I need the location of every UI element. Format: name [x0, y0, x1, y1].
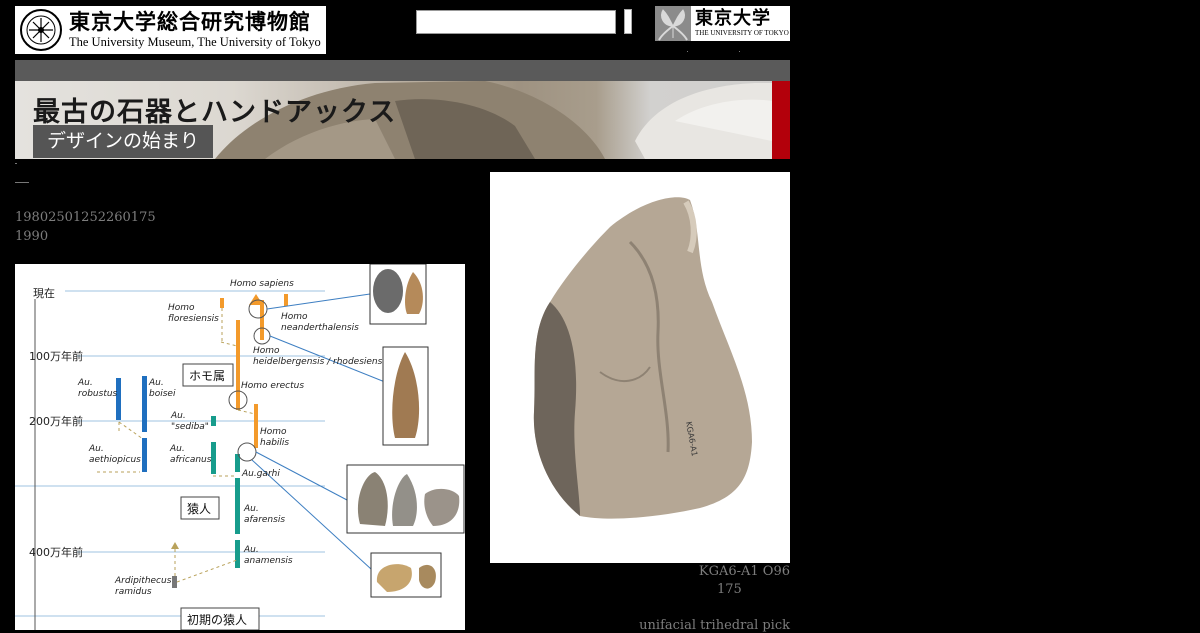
- label-au-boisei: boisei: [149, 389, 176, 399]
- search-input[interactable]: [416, 10, 616, 34]
- banner-accent-bar: [772, 81, 790, 159]
- label-homo-habilis: Homo: [260, 427, 287, 437]
- utokyo-name-jp: 東京大学: [695, 8, 771, 29]
- au-boisei-bar: [142, 376, 147, 432]
- homo-neanderthalensis-bar: [284, 294, 288, 306]
- label-au-africanus: africanus: [170, 455, 212, 465]
- ginkgo-icon: [655, 6, 691, 41]
- homo-sapiens-bar: [260, 300, 264, 340]
- artifact-caption-id: KGA6-A1 O96: [698, 564, 790, 579]
- label-homo-neanderthalensis: neanderthalensis: [281, 323, 359, 333]
- homo-floresiensis-bar: [220, 298, 224, 308]
- au-boisei-bar-lower: [142, 438, 147, 472]
- label-homo-floresiensis: Homo: [168, 303, 195, 313]
- label-au-boisei: Au.: [148, 378, 164, 388]
- label-ardipithecus: Ardipithecus: [114, 576, 172, 586]
- label-homo-sapiens: Homo sapiens: [230, 279, 294, 289]
- homo-erectus-bar: [236, 320, 240, 410]
- au-anamensis-bar: [235, 540, 240, 568]
- label-homo-habilis: habilis: [260, 438, 289, 448]
- header-dot: [739, 51, 740, 52]
- group-label-au: 猿人: [187, 501, 211, 516]
- label-au-aethiopicus: aethiopicus: [89, 455, 141, 465]
- group-label-homo: ホモ属: [189, 369, 225, 383]
- label-au-garhi: Au.garhi: [241, 469, 280, 479]
- time-label: 現在: [33, 287, 55, 300]
- content-link[interactable]: [15, 182, 29, 183]
- text-mark: [15, 163, 17, 164]
- banner-title: 最古の石器とハンドアックス: [33, 97, 397, 128]
- museum-name-jp: 東京大学総合研究博物館: [69, 9, 311, 35]
- nav-bar: [15, 60, 790, 81]
- au-afarensis-bar: [235, 478, 240, 534]
- artifact-caption-type: unifacial trihedral pick: [639, 618, 790, 633]
- museum-name-en: The University Museum, The University of…: [69, 35, 321, 50]
- group-label-early: 初期の猿人: [187, 612, 247, 627]
- museum-seal-icon: [20, 9, 62, 51]
- utokyo-logo[interactable]: 東京大学 THE UNIVERSITY OF TOKYO: [655, 6, 790, 41]
- label-au-sediba: Au.: [170, 411, 186, 421]
- ardi-arrow: [171, 542, 179, 549]
- label-au-anamensis: Au.: [243, 545, 259, 555]
- label-au-aethiopicus: Au.: [88, 444, 104, 454]
- label-ardipithecus: ramidus: [115, 587, 152, 597]
- content-text-line: 1990: [15, 229, 49, 244]
- homo-habilis-bar: [254, 404, 258, 448]
- time-label: 400万年前: [29, 545, 83, 559]
- label-homo-floresiensis: floresiensis: [168, 314, 219, 324]
- au-sediba-bar: [211, 416, 216, 426]
- museum-logo[interactable]: 東京大学総合研究博物館 The University Museum, The U…: [15, 6, 326, 54]
- header-dot: [687, 51, 688, 52]
- label-homo-neanderthalensis: Homo: [281, 312, 308, 322]
- label-homo-heidelbergensis: Homo: [253, 346, 280, 356]
- artifact-photo: KGA6-A1: [490, 172, 790, 563]
- au-africanus-bar: [211, 442, 216, 474]
- evolution-diagram: 現在 100万年前 200万年前 400万年前 ホモ属 猿人 初期の猿人 Hom…: [15, 264, 465, 630]
- label-au-afarensis: Au.: [243, 504, 259, 514]
- label-au-sediba: "sediba": [171, 422, 209, 432]
- time-label: 100万年前: [29, 349, 83, 363]
- search-button[interactable]: [624, 9, 632, 34]
- tool-photo-earliest: [370, 552, 442, 598]
- tool-photo-handaxe: [382, 346, 429, 446]
- au-bars: [211, 416, 240, 568]
- time-label: 200万年前: [29, 414, 83, 428]
- stone-pick-image: KGA6-A1: [533, 197, 752, 519]
- banner-subtitle: デザインの始まり: [33, 125, 214, 158]
- label-au-robustus: robustus: [78, 389, 118, 399]
- exhibition-banner: 最古の石器とハンドアックス デザインの始まり: [15, 81, 790, 159]
- tool-photo-modern: [369, 264, 427, 325]
- label-au-africanus: Au.: [169, 444, 185, 454]
- tool-photo-oldowan: [346, 464, 465, 534]
- label-au-anamensis: anamensis: [244, 556, 293, 566]
- utokyo-name-en: THE UNIVERSITY OF TOKYO: [695, 29, 789, 37]
- label-homo-heidelbergensis: heidelbergensis / rhodesiensis: [253, 357, 390, 367]
- label-au-afarensis: afarensis: [244, 515, 285, 525]
- content-text-line: 19802501252260175: [15, 210, 156, 225]
- ardipithecus-bar: [172, 576, 177, 588]
- au-robustus-bar: [116, 378, 121, 420]
- label-homo-erectus: Homo erectus: [241, 381, 304, 391]
- artifact-caption-num: 175: [717, 582, 742, 597]
- label-au-robustus: Au.: [77, 378, 93, 388]
- evolution-chart: 現在 100万年前 200万年前 400万年前 ホモ属 猿人 初期の猿人 Hom…: [15, 264, 465, 630]
